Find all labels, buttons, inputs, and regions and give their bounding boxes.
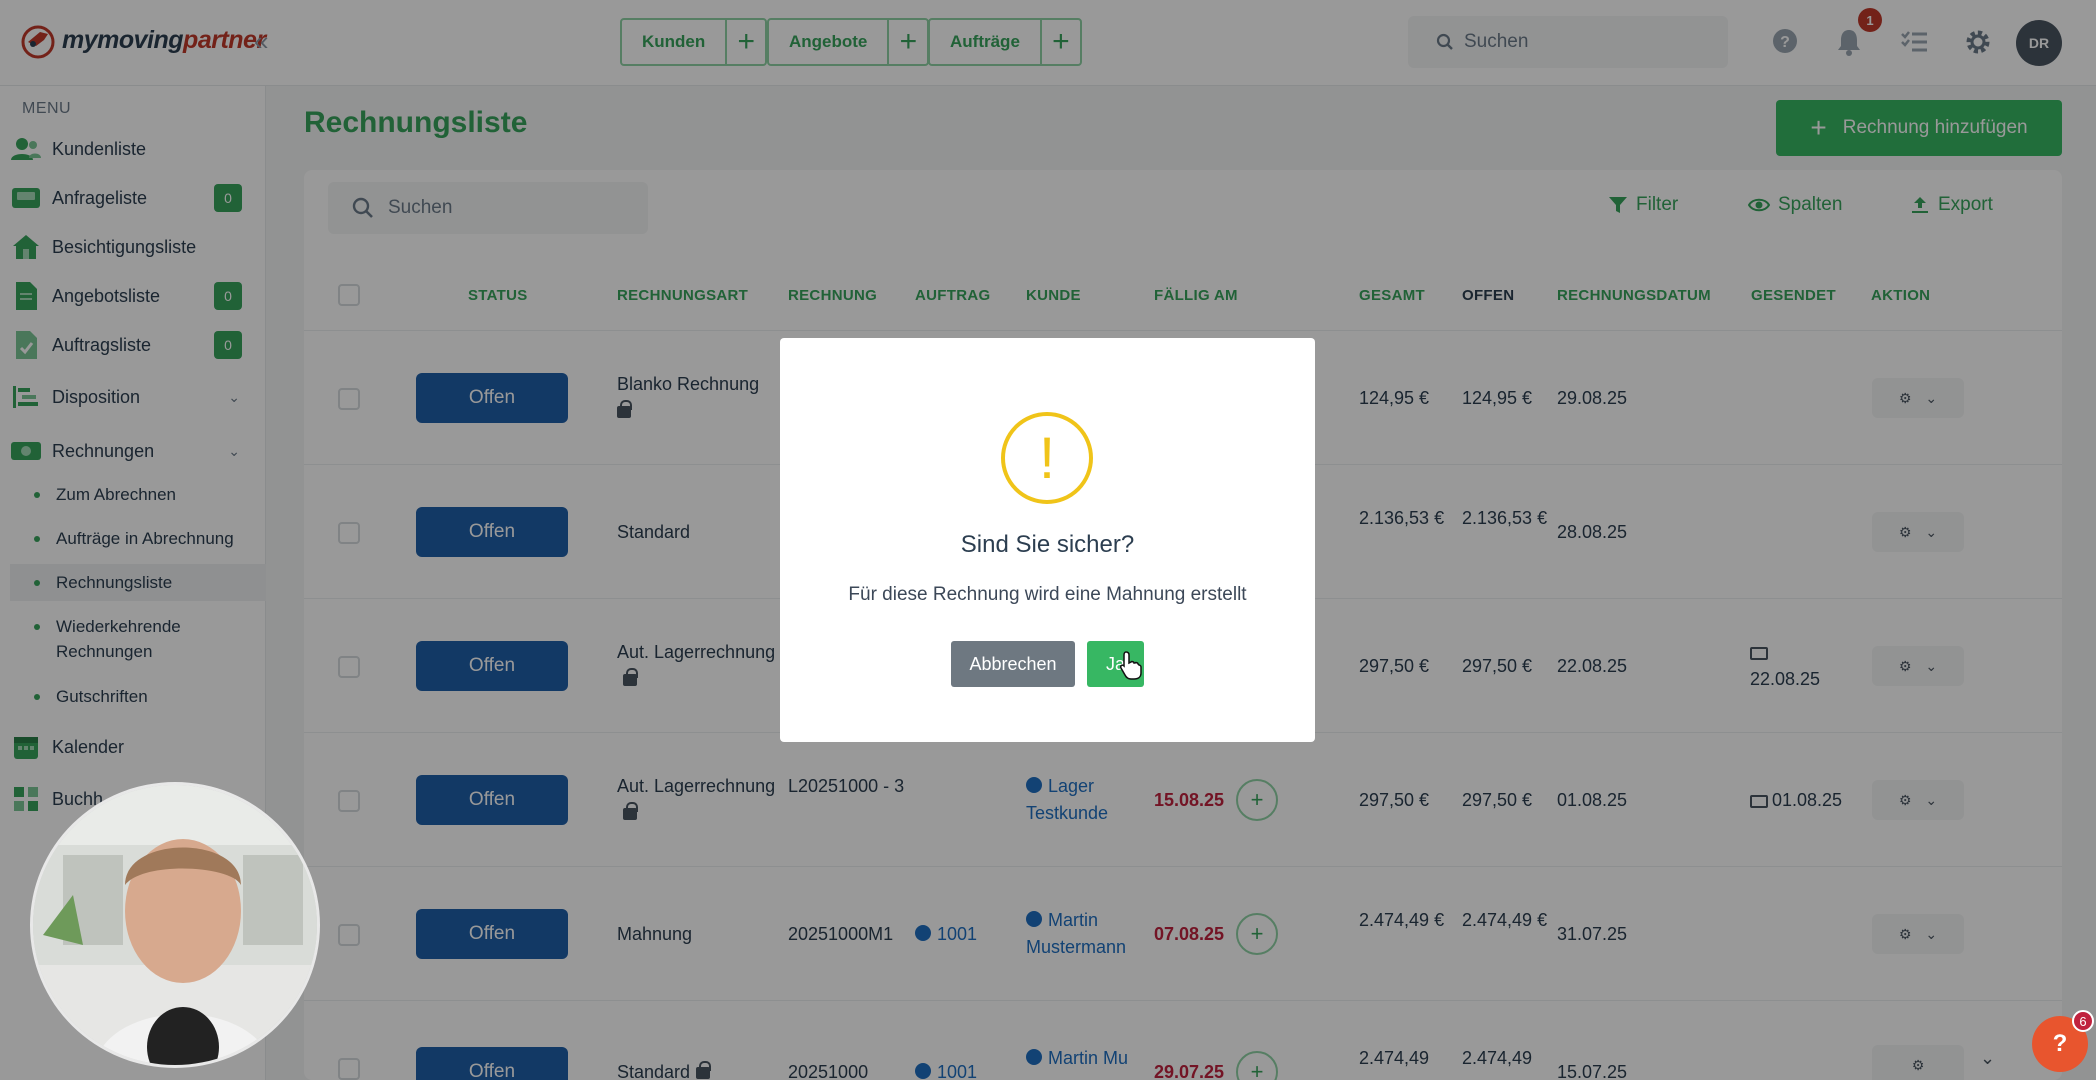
presenter-video-image bbox=[33, 785, 317, 1065]
confirm-dialog: ! Sind Sie sicher? Für diese Rechnung wi… bbox=[780, 338, 1315, 742]
hand-cursor-icon bbox=[1120, 651, 1142, 680]
help-unread-badge: 6 bbox=[2072, 1010, 2094, 1032]
webcam-video bbox=[30, 782, 320, 1068]
cancel-button[interactable]: Abbrechen bbox=[951, 641, 1075, 687]
warning-icon: ! bbox=[1001, 412, 1093, 504]
dialog-title: Sind Sie sicher? bbox=[960, 531, 1135, 558]
dialog-message: Für diese Rechnung wird eine Mahnung ers… bbox=[848, 584, 1247, 605]
